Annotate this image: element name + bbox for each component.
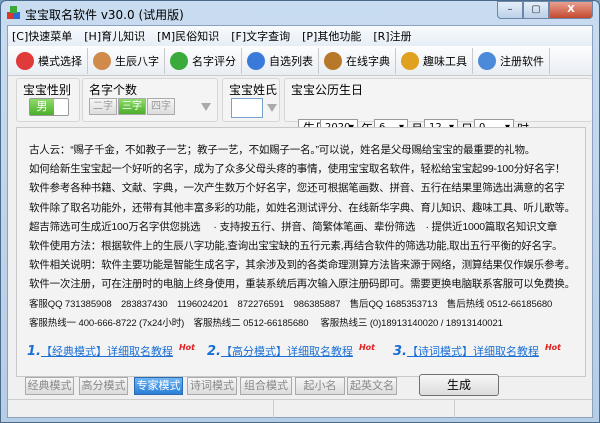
tutorial-link-classic[interactable]: 1.【经典模式】详细取名教程 Hot xyxy=(27,343,195,359)
toolbar-button-5[interactable]: 趣味工具 xyxy=(396,47,473,74)
surname-input[interactable] xyxy=(231,98,263,118)
info-line: 客服热线一 400-666-8722 (7x24小时) 客服热线二 0512-6… xyxy=(29,317,503,329)
windows-icon xyxy=(401,51,419,70)
gender-label: 宝宝性别 xyxy=(23,83,72,97)
toolbar-label: 自选列表 xyxy=(269,54,313,68)
mode-button-6[interactable]: 起英文名 xyxy=(347,377,397,395)
name-count-2[interactable]: 二字 xyxy=(89,98,117,115)
info-line: 古人云：“赐子千金，不如教子一艺；教子一艺，不如赐子一名。”可以说，姓名是父母赐… xyxy=(29,144,536,156)
app-window: 宝宝取名软件 v30.0 (试用版) – ▢ X [C]快速菜单 [H]育儿知识[… xyxy=(0,0,600,423)
hot-badge: Hot xyxy=(544,343,561,352)
toolbar-label: 在线字典 xyxy=(346,54,390,68)
mode-button-4[interactable]: 组合模式 xyxy=(240,377,292,395)
surname-label: 宝宝姓氏 xyxy=(229,83,278,97)
maximize-button[interactable]: ▢ xyxy=(523,1,549,19)
tutorial-link-highscore[interactable]: 2.【高分模式】详细取名教程 Hot xyxy=(207,343,375,359)
mode-button-3[interactable]: 诗词模式 xyxy=(187,377,237,395)
menu-item-1[interactable]: [H]育儿知识 xyxy=(84,28,145,44)
menu-item-0[interactable]: [C]快速菜单 xyxy=(12,28,72,44)
gender-value: 男 xyxy=(30,99,54,115)
generate-button[interactable]: 生成 xyxy=(419,374,499,396)
info-line: 超吉筛选可生成近100万名字供您挑选 · 支持按五行、拼音、简繁体笔画、辈份筛选… xyxy=(29,220,558,233)
name-count-label: 名字个数 xyxy=(89,83,138,97)
toolbar-button-6[interactable]: 注册软件 xyxy=(473,47,550,74)
birthday-group: 宝宝公历生日 xyxy=(284,78,592,122)
window-title: 宝宝取名软件 v30.0 (试用版) xyxy=(25,8,184,22)
mode-button-2[interactable]: 专家模式 xyxy=(134,377,183,395)
toolbar-button-1[interactable]: 生辰八字 xyxy=(88,47,165,74)
app-icon xyxy=(7,6,21,20)
surname-group: 宝宝姓氏 xyxy=(222,78,280,122)
info-line: 客服QQ 731385908 283837430 1196024201 8722… xyxy=(29,298,553,310)
toolbar-button-2[interactable]: 名字评分 xyxy=(165,47,242,74)
title-bar: 宝宝取名软件 v30.0 (试用版) – ▢ X xyxy=(1,1,599,25)
gender-toggle[interactable]: 男 xyxy=(29,98,69,116)
info-line: 如何给新生宝宝起一个好听的名字，成为了众多父母头疼的事情，使用宝宝取名软件，轻松… xyxy=(29,163,566,176)
name-count-4[interactable]: 四字 xyxy=(147,98,175,115)
toolbar-label: 注册软件 xyxy=(500,54,544,68)
toolbar-button-4[interactable]: 在线字典 xyxy=(319,47,396,74)
menu-bar: [C]快速菜单 [H]育儿知识 [M]民俗知识 [F]文字查询 [P]其他功能 [R]注册 xyxy=(8,26,592,46)
info-line: 软件参考各种书籍、文献、字典，一次产生数万个好名字，您还可根据笔画数、拼音、五行… xyxy=(29,182,565,195)
info-line: 软件一次注册，可在注册时的电脑上终身使用，重装系统后再次输入原注册码即可。需要更… xyxy=(29,278,575,291)
menu-item-3[interactable]: [F]文字查询 xyxy=(231,28,290,44)
mode-button-5[interactable]: 起小名 xyxy=(295,377,345,395)
arrow-right-icon xyxy=(170,51,188,70)
info-line: 软件使用方法：根据软件上的生辰八字功能,查询出宝宝缺的五行元素,再结合软件的筛选… xyxy=(29,240,563,252)
name-count-group: 名字个数 二字 三字 四字 xyxy=(82,78,218,122)
info-line: 软件除了取名功能外，还带有其他丰富多彩的功能，如姓名测试评分、在线新华字典、育儿… xyxy=(29,201,575,214)
toolbar-label: 趣味工具 xyxy=(423,54,467,68)
toolbar-label: 模式选择 xyxy=(38,54,82,68)
mode-button-1[interactable]: 高分模式 xyxy=(79,377,128,395)
heart-icon xyxy=(16,51,34,70)
minimize-button[interactable]: – xyxy=(497,1,523,19)
toolbar-label: 生辰八字 xyxy=(115,54,159,68)
info-panel: 1.【经典模式】详细取名教程 Hot 2.【高分模式】详细取名教程 Hot 3.【诗… xyxy=(16,127,586,377)
name-count-dropdown-icon[interactable] xyxy=(201,103,211,111)
tutorial-link-poetry[interactable]: 3.【诗词模式】详细取名教程 Hot xyxy=(393,343,561,359)
hot-badge: Hot xyxy=(178,343,195,352)
close-button[interactable]: X xyxy=(549,1,593,19)
hot-badge: Hot xyxy=(358,343,375,352)
mode-button-0[interactable]: 经典模式 xyxy=(25,377,74,395)
gender-group: 宝宝性别 男 xyxy=(16,78,80,122)
people-icon xyxy=(93,51,111,70)
birthday-label: 宝宝公历生日 xyxy=(291,83,364,97)
toolbar-button-0[interactable]: 模式选择 xyxy=(11,47,88,74)
menu-item-4[interactable]: [P]其他功能 xyxy=(302,28,361,44)
info-line: 软件相关说明：软件主要功能是智能生成名字，其余涉及到的各类命理测算方法皆来源于网… xyxy=(29,259,575,272)
monitor-icon xyxy=(478,51,496,70)
toolbar-button-3[interactable]: 自选列表 xyxy=(242,47,319,74)
globe-icon xyxy=(247,51,265,70)
graduate-icon xyxy=(324,51,342,70)
menu-item-2[interactable]: [M]民俗知识 xyxy=(157,28,219,44)
toolbar-label: 名字评分 xyxy=(192,54,236,68)
client-area: [C]快速菜单 [H]育儿知识 [M]民俗知识 [F]文字查询 [P]其他功能 [R]注册… xyxy=(7,25,593,418)
status-bar xyxy=(8,399,592,418)
name-count-3[interactable]: 三字 xyxy=(118,98,146,115)
menu-item-5[interactable]: [R]注册 xyxy=(373,28,411,44)
surname-dropdown-icon[interactable] xyxy=(267,104,277,112)
toolbar: 模式选择 生辰八字 名字评分 自选列表 在线字典 趣味工具 注册软件 xyxy=(8,46,592,76)
